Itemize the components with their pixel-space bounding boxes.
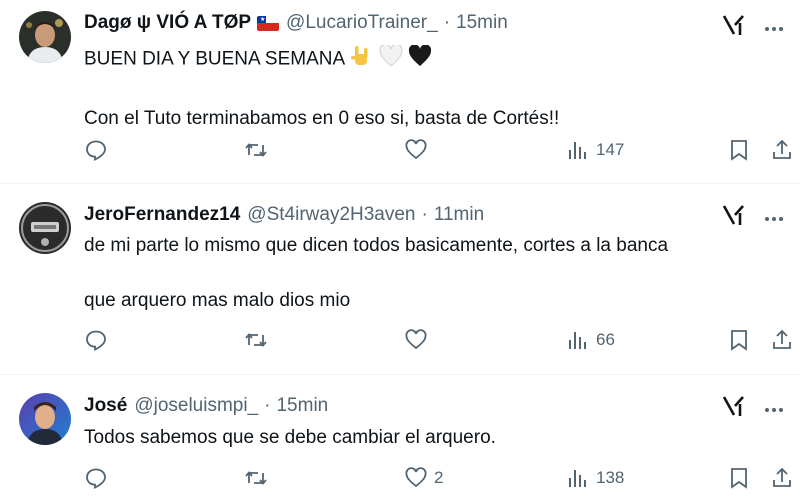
retweet-button[interactable]: [244, 466, 274, 490]
user-handle[interactable]: @LucarioTrainer_: [286, 12, 438, 34]
views-icon: [569, 470, 586, 487]
timestamp[interactable]: 15min: [276, 395, 328, 417]
reply-button[interactable]: [84, 328, 114, 352]
retweet-button[interactable]: [244, 138, 274, 162]
grok-icon[interactable]: [722, 204, 746, 231]
more-icon[interactable]: [764, 400, 784, 418]
tweet[interactable]: José @joseluismpi_ · 15min Todos sabemos…: [0, 375, 800, 499]
retweet-icon: [245, 143, 267, 157]
bookmark-button[interactable]: [727, 466, 751, 490]
like-icon: [405, 467, 427, 488]
display-name[interactable]: Dagø ψ VIÓ A TØP: [84, 12, 251, 34]
views-button[interactable]: 66: [566, 328, 615, 352]
bookmark-icon: [731, 330, 747, 351]
retweet-icon: [245, 471, 267, 485]
views-icon: [569, 332, 586, 349]
views-button[interactable]: 147: [566, 138, 624, 162]
display-name[interactable]: José: [84, 395, 127, 417]
timestamp[interactable]: 11min: [434, 204, 484, 226]
avatar[interactable]: [19, 11, 71, 63]
timestamp[interactable]: 15min: [456, 12, 508, 34]
retweet-button[interactable]: [244, 328, 274, 352]
share-icon: [773, 329, 791, 349]
bookmark-icon: [731, 468, 747, 489]
tweet-text-line: [84, 75, 559, 107]
display-name[interactable]: JeroFernandez14: [84, 204, 240, 226]
share-button[interactable]: [770, 138, 794, 162]
tweet-text-line: de mi parte lo mismo que dicen todos bas…: [84, 235, 669, 256]
bookmark-button[interactable]: [727, 138, 751, 162]
views-icon: [569, 142, 586, 159]
like-button[interactable]: [404, 328, 434, 352]
separator: ·: [264, 395, 271, 416]
reply-icon: [86, 330, 106, 351]
rock-hand-emoji: [349, 44, 373, 75]
bookmark-icon: [731, 140, 747, 161]
black-heart-emoji: [408, 44, 432, 74]
share-button[interactable]: [770, 328, 794, 352]
tweet-text-line: Todos sabemos que se debe cambiar el arq…: [84, 427, 496, 448]
views-button[interactable]: 138: [566, 466, 624, 490]
user-handle[interactable]: @joseluismpi_: [134, 395, 258, 417]
more-icon[interactable]: [764, 19, 784, 37]
share-button[interactable]: [770, 466, 794, 490]
like-button[interactable]: [404, 138, 434, 162]
like-icon: [405, 139, 427, 160]
tweet[interactable]: JeroFernandez14 @St4irway2H3aven · 11min…: [0, 184, 800, 375]
tweet-text-line: BUEN DIA Y BUENA SEMANA: [84, 43, 559, 75]
grok-icon[interactable]: [722, 395, 746, 422]
tweet-text-line: Con el Tuto terminabamos en 0 eso si, ba…: [84, 108, 560, 129]
white-heart-emoji: [379, 43, 403, 74]
views-count: 66: [596, 330, 615, 349]
share-icon: [773, 139, 791, 159]
like-icon: [405, 329, 427, 350]
grok-icon[interactable]: [722, 14, 746, 41]
views-count: 147: [596, 140, 625, 159]
user-handle[interactable]: @St4irway2H3aven: [247, 204, 415, 226]
chile-flag-emoji: ★: [257, 15, 280, 31]
views-count: 138: [596, 468, 625, 487]
like-button[interactable]: 2: [404, 466, 443, 490]
reply-icon: [86, 140, 106, 161]
separator: ·: [421, 204, 428, 225]
avatar[interactable]: [19, 202, 71, 254]
bookmark-button[interactable]: [727, 328, 751, 352]
separator: ·: [443, 12, 451, 33]
tweet-text-line: que arquero mas malo dios mio: [84, 290, 351, 311]
tweet[interactable]: Dagø ψ VIÓ A TØP ★ @LucarioTrainer_ · 15…: [0, 0, 800, 184]
share-icon: [773, 467, 791, 487]
more-icon[interactable]: [764, 209, 784, 227]
reply-icon: [86, 468, 106, 489]
reply-button[interactable]: [84, 466, 114, 490]
like-count: 2: [434, 468, 444, 487]
retweet-icon: [245, 333, 267, 347]
avatar[interactable]: [19, 393, 71, 445]
tweet-text-line: [84, 258, 668, 289]
reply-button[interactable]: [84, 138, 114, 162]
